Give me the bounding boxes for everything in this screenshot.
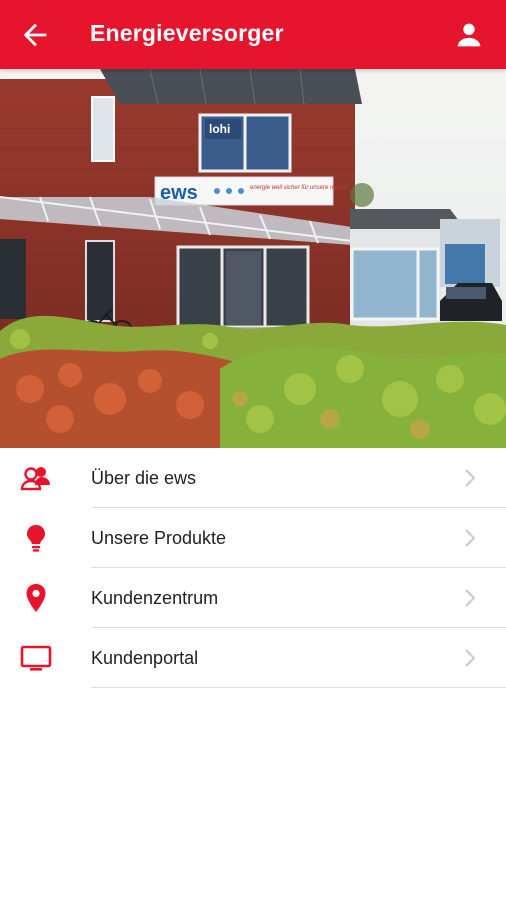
main-menu: Über die ews Unsere Produkte Kundenzentr…	[0, 448, 506, 688]
hero-image: lohi ews energie weil sicher für unsere …	[0, 69, 506, 448]
menu-item-kundenportal[interactable]: Kundenportal	[0, 628, 506, 688]
page-title: Energieversorger	[90, 20, 284, 46]
chevron-right-icon	[465, 529, 476, 547]
back-arrow-icon[interactable]	[18, 18, 52, 52]
menu-item-ueber-die-ews[interactable]: Über die ews	[0, 448, 506, 508]
monitor-icon	[20, 645, 52, 671]
menu-item-label: Unsere Produkte	[91, 528, 227, 548]
chevron-right-icon	[465, 469, 476, 487]
app-bar: Energieversorger	[0, 0, 506, 69]
location-pin-icon	[26, 584, 46, 612]
people-icon	[20, 467, 50, 491]
menu-item-label: Über die ews	[91, 468, 197, 488]
menu-item-unsere-produkte[interactable]: Unsere Produkte	[0, 508, 506, 568]
divider	[91, 687, 506, 688]
menu-item-label: Kundenzentrum	[91, 588, 219, 608]
chevron-right-icon	[465, 649, 476, 667]
chevron-right-icon	[465, 589, 476, 607]
menu-item-label: Kundenportal	[91, 648, 199, 668]
lightbulb-icon	[27, 525, 45, 552]
window-sign-text: lohi	[209, 122, 230, 136]
menu-item-kundenzentrum[interactable]: Kundenzentrum	[0, 568, 506, 628]
ews-sign-slogan: energie weil sicher für unsere region	[250, 185, 347, 191]
account-icon[interactable]	[452, 18, 486, 52]
